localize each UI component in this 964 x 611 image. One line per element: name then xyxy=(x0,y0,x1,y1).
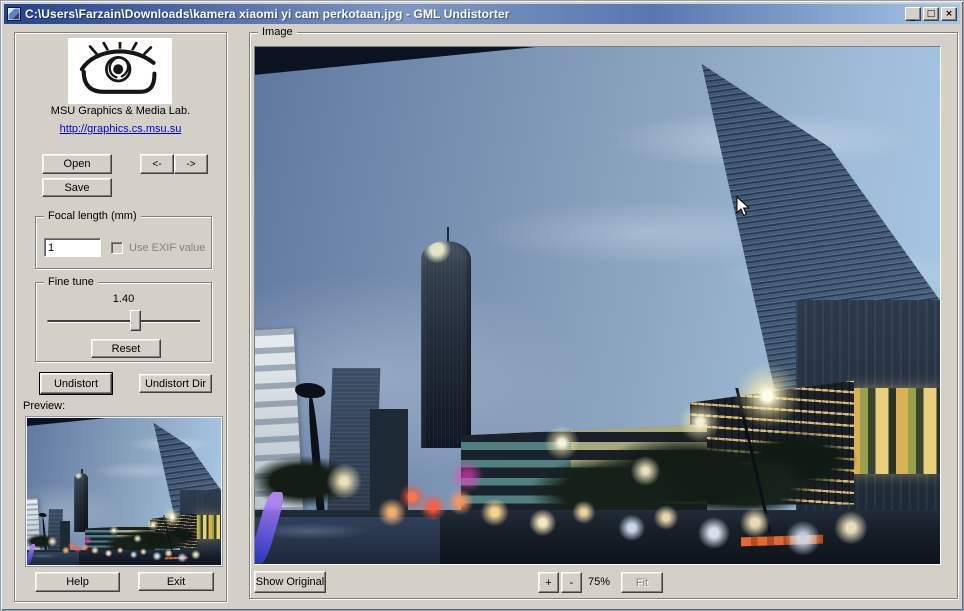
zoom-out-button[interactable]: - xyxy=(561,572,582,593)
lab-link[interactable]: http://graphics.cs.msu.su xyxy=(15,123,226,135)
eye-logo-icon xyxy=(79,42,157,94)
lab-logo xyxy=(68,38,172,104)
streetlight-glows xyxy=(27,418,221,565)
fine-tune-legend: Fine tune xyxy=(44,276,98,289)
fine-tune-slider-track[interactable] xyxy=(48,320,200,322)
window-title: C:\Users\Farzain\Downloads\kamera xiaomi… xyxy=(25,7,510,21)
lab-name: MSU Graphics & Media Lab. xyxy=(50,105,191,117)
cityscape-photo xyxy=(255,47,940,564)
maximize-button[interactable]: □ xyxy=(923,7,939,21)
app-icon xyxy=(7,7,21,21)
app-window: C:\Users\Farzain\Downloads\kamera xiaomi… xyxy=(0,0,964,611)
help-button[interactable]: Help xyxy=(35,572,120,592)
sidebar-panel: MSU Graphics & Media Lab. http://graphic… xyxy=(14,32,227,602)
mouse-cursor xyxy=(736,195,750,217)
open-button[interactable]: Open xyxy=(42,154,112,174)
streetlight-glows xyxy=(255,47,940,564)
exif-checkbox[interactable] xyxy=(111,242,123,254)
exit-button[interactable]: Exit xyxy=(138,572,214,591)
reset-button[interactable]: Reset xyxy=(91,339,161,358)
next-image-button[interactable]: -> xyxy=(174,154,208,174)
preview-cityscape xyxy=(27,418,221,565)
fit-button[interactable]: Fit xyxy=(621,572,663,593)
preview-image xyxy=(26,417,222,566)
main-image[interactable] xyxy=(254,46,941,565)
titlebar[interactable]: C:\Users\Farzain\Downloads\kamera xiaomi… xyxy=(4,4,960,24)
prev-image-button[interactable]: <- xyxy=(140,154,174,174)
image-legend: Image xyxy=(258,26,297,39)
undistort-button[interactable]: Undistort xyxy=(39,372,113,395)
focal-length-input[interactable] xyxy=(44,238,101,257)
show-original-button[interactable]: Show Original xyxy=(254,571,326,593)
image-group: Image Show Original + - 75% Fit xyxy=(249,26,958,599)
exif-checkbox-label: Use EXIF value xyxy=(129,242,206,254)
fine-tune-group: Fine tune 1.40 Reset xyxy=(35,276,212,362)
focal-length-legend: Focal length (mm) xyxy=(44,210,141,223)
zoom-level-label: 75% xyxy=(588,576,611,588)
fine-tune-value: 1.40 xyxy=(112,293,135,305)
undistort-dir-button[interactable]: Undistort Dir xyxy=(139,374,212,393)
focal-length-group: Focal length (mm) Use EXIF value xyxy=(35,210,212,269)
minimize-button[interactable]: _ xyxy=(905,7,921,22)
fine-tune-slider-thumb[interactable] xyxy=(130,310,141,331)
zoom-in-button[interactable]: + xyxy=(538,572,559,593)
save-button[interactable]: Save xyxy=(42,178,112,197)
close-button[interactable]: × xyxy=(941,7,957,21)
preview-label: Preview: xyxy=(23,400,66,412)
